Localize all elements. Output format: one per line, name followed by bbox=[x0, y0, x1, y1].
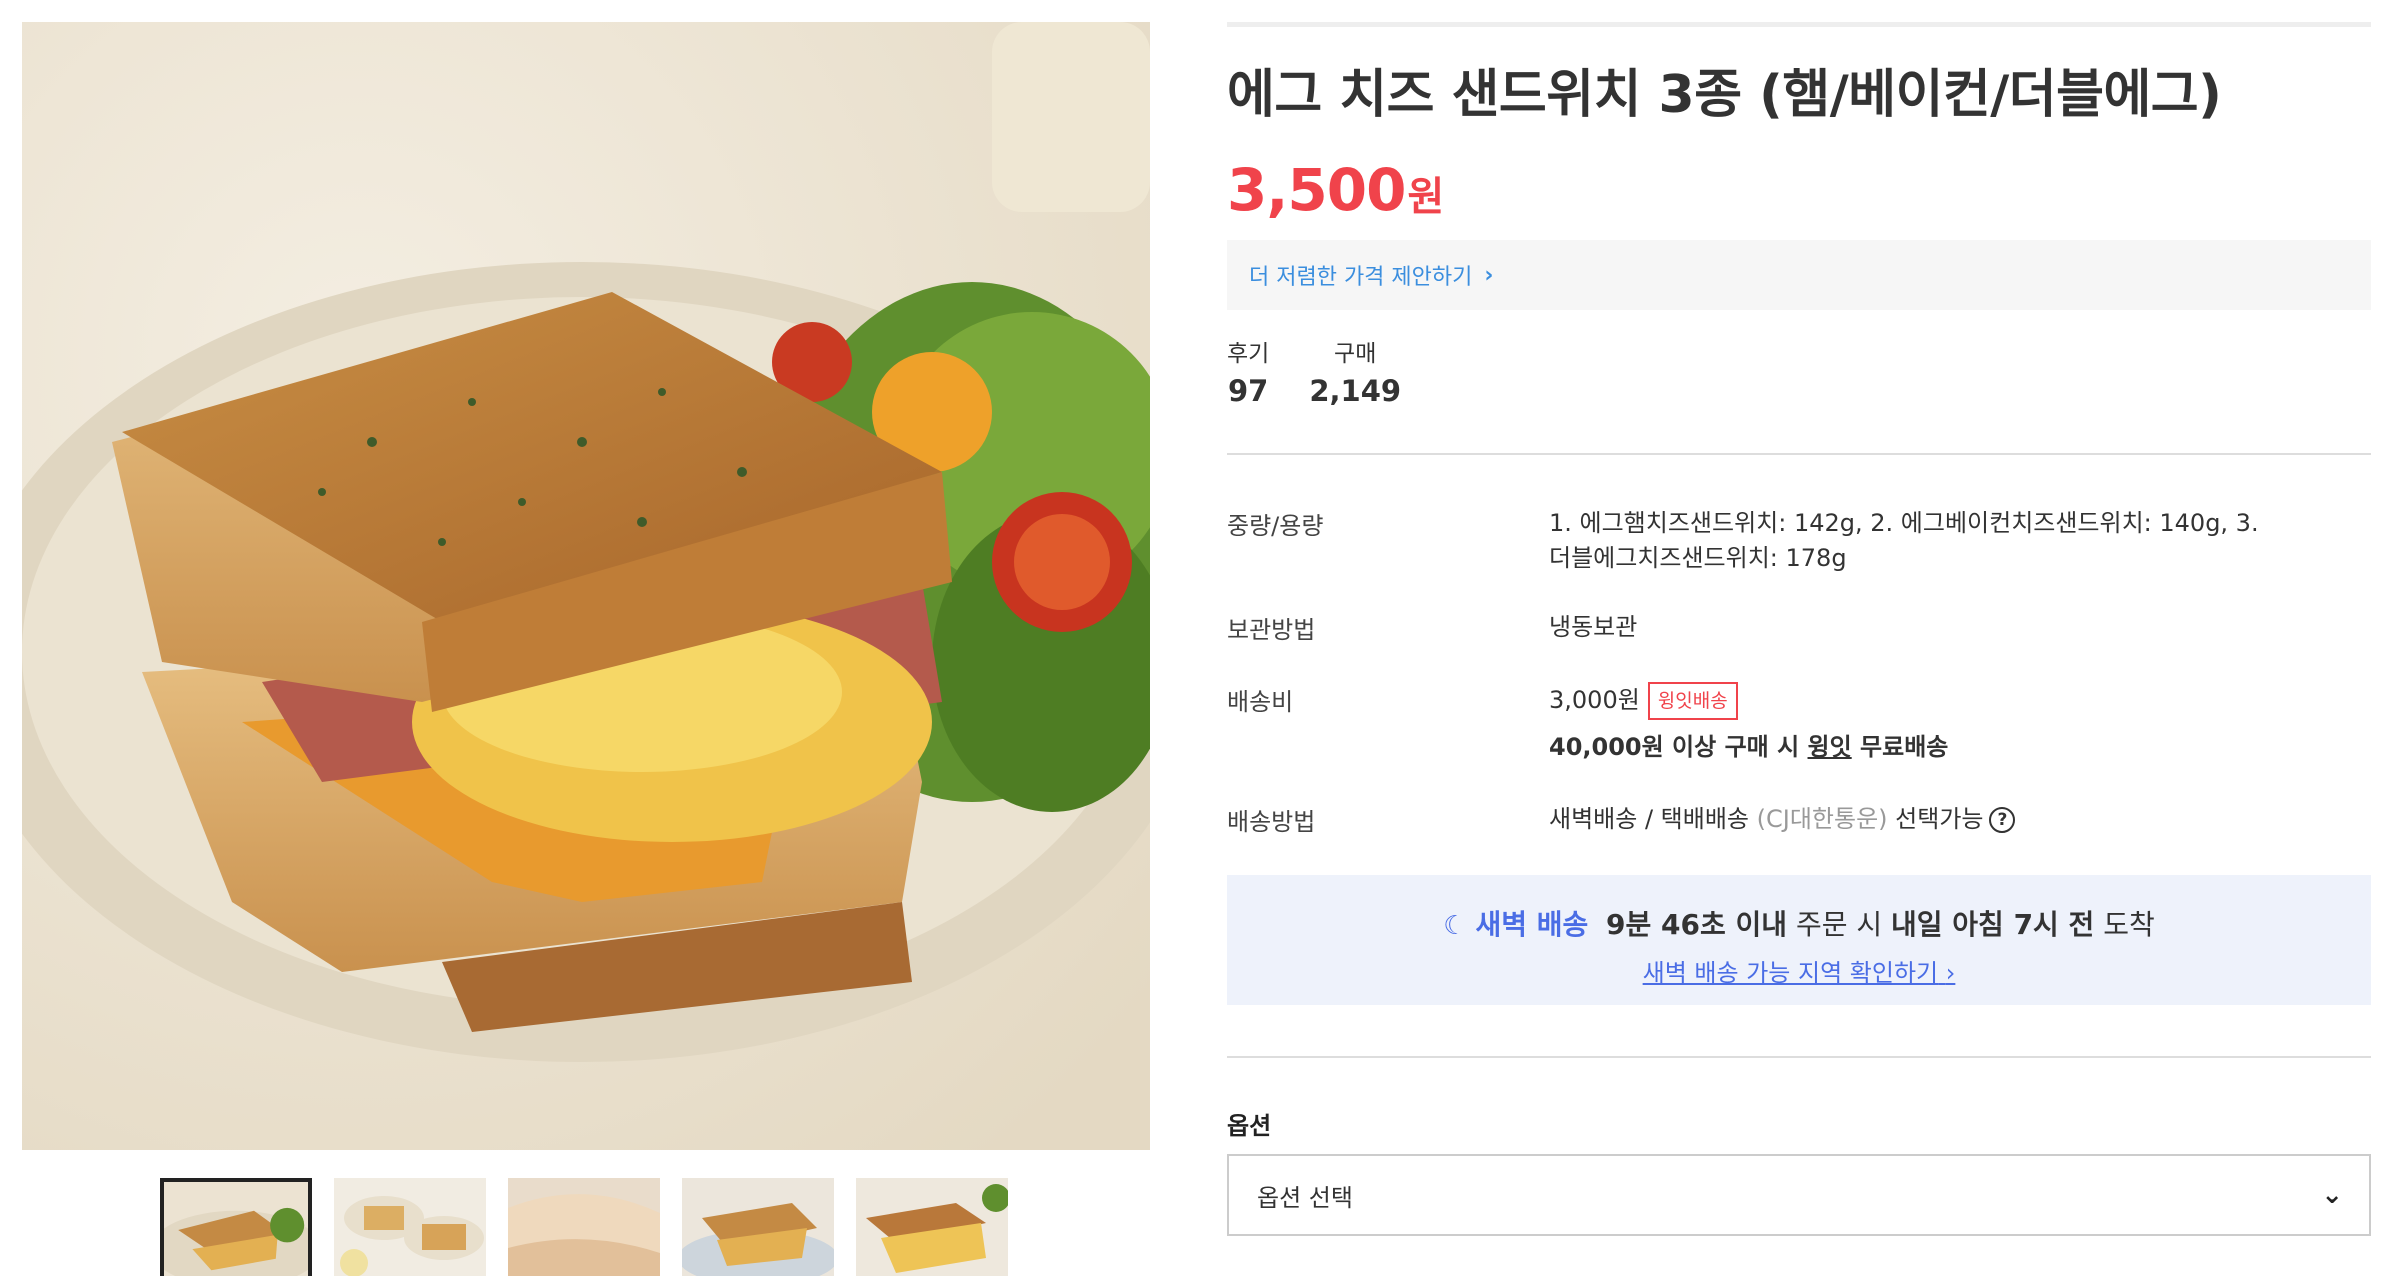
spec-label: 중량/용량 bbox=[1227, 512, 1324, 540]
free-ship-suffix: 무료배송 bbox=[1851, 733, 1949, 761]
spec-value: 1. 에그햄치즈샌드위치: 142g, 2. 에그베이컨치즈샌드위치: 140g… bbox=[1549, 506, 2309, 576]
stat-value: 97 bbox=[1227, 374, 1269, 408]
spec-value: 새벽배송 / 택배배송 (CJ대한통운) 선택가능? bbox=[1549, 802, 2309, 837]
thumbnail-strip bbox=[160, 1178, 1010, 1276]
option-select[interactable]: 옵션 선택 ⌄ bbox=[1227, 1154, 2371, 1236]
thumbnail-1[interactable] bbox=[160, 1178, 312, 1276]
free-shipping-note: 40,000원 이상 구매 시 윙잇 무료배송 bbox=[1549, 730, 2309, 765]
shipping-methods: 새벽배송 / 택배배송 bbox=[1549, 805, 1749, 833]
chevron-down-icon: ⌄ bbox=[2321, 1180, 2343, 1210]
product-stats: 후기 97 구매 2,149 bbox=[1227, 334, 1441, 408]
price-unit: 원 bbox=[1407, 174, 1445, 220]
option-select-placeholder: 옵션 선택 bbox=[1257, 1183, 1353, 1212]
stat-value: 2,149 bbox=[1309, 374, 1402, 408]
spec-label: 배송방법 bbox=[1227, 808, 1316, 836]
section-divider bbox=[1227, 1056, 2371, 1058]
top-divider bbox=[1227, 22, 2371, 27]
wingeat-shipping-badge: 윙잇배송 bbox=[1647, 682, 1738, 720]
option-label: 옵션 bbox=[1227, 1112, 1272, 1140]
price-value: 3,500 bbox=[1227, 156, 1406, 224]
dawn-area-check-link[interactable]: 새벽 배송 가능 지역 확인하기 › bbox=[1643, 953, 1956, 988]
dawn-delivery-banner: ☾ 새벽 배송 9분 46초 이내 주문 시 내일 아침 7시 전 도착 새벽 … bbox=[1227, 875, 2371, 1005]
thumbnail-3[interactable] bbox=[508, 1178, 660, 1276]
thumbnail-4[interactable] bbox=[682, 1178, 834, 1276]
help-icon[interactable]: ? bbox=[1989, 807, 2016, 833]
spec-value: 3,000원 윙잇배송 40,000원 이상 구매 시 윙잇 무료배송 bbox=[1549, 682, 2309, 765]
dawn-countdown-time: 9분 46초 이내 bbox=[1606, 908, 1788, 941]
spec-label: 보관방법 bbox=[1227, 616, 1316, 644]
thumbnail-2[interactable] bbox=[334, 1178, 486, 1276]
review-count[interactable]: 후기 97 bbox=[1227, 334, 1269, 408]
shipping-fee-line: 3,000원 윙잇배송 bbox=[1549, 682, 2309, 720]
dawn-area-check-label: 새벽 배송 가능 지역 확인하기 bbox=[1642, 959, 1939, 987]
dawn-arrival-text: 도착 bbox=[2103, 908, 2155, 941]
thumbnail-5[interactable] bbox=[856, 1178, 1008, 1276]
dawn-delivery-countdown: ☾ 새벽 배송 9분 46초 이내 주문 시 내일 아침 7시 전 도착 bbox=[1227, 903, 2371, 943]
sandwich-photo bbox=[22, 22, 1150, 1150]
spec-value: 냉동보관 bbox=[1549, 613, 1638, 641]
chevron-right-icon: › bbox=[1484, 262, 1494, 288]
shipping-choice: 선택가능 bbox=[1895, 805, 1984, 833]
purchase-count: 구매 2,149 bbox=[1309, 334, 1401, 408]
section-divider bbox=[1227, 453, 2371, 455]
price-offer-link[interactable]: 더 저렴한 가격 제안하기 › bbox=[1227, 240, 2371, 310]
spec-label: 배송비 bbox=[1227, 688, 1294, 716]
dawn-delivery-label: 새벽 배송 bbox=[1475, 908, 1589, 941]
dawn-order-text: 주문 시 bbox=[1795, 908, 1883, 941]
stat-label: 후기 bbox=[1227, 341, 1270, 367]
free-ship-brand: 윙잇 bbox=[1807, 733, 1852, 761]
dawn-arrival-time: 내일 아침 7시 전 bbox=[1891, 908, 2095, 941]
free-ship-threshold: 40,000원 이상 구매 시 bbox=[1549, 733, 1808, 761]
price-offer-label: 더 저렴한 가격 제안하기 bbox=[1249, 265, 1473, 290]
weight-line-1: 1. 에그햄치즈샌드위치: 142g, 2. 에그베이컨치즈샌드위치: 140g… bbox=[1549, 509, 2259, 537]
stat-label: 구매 bbox=[1334, 341, 1377, 367]
main-product-image[interactable] bbox=[22, 22, 1150, 1150]
product-price: 3,500원 bbox=[1227, 156, 1444, 224]
moon-icon: ☾ bbox=[1443, 911, 1467, 941]
product-info-panel: 에그 치즈 샌드위치 3종 (햄/베이컨/더블에그) 3,500원 더 저렴한 … bbox=[1227, 0, 2371, 1276]
shipping-fee-amount: 3,000원 bbox=[1549, 686, 1640, 714]
product-title: 에그 치즈 샌드위치 3종 (햄/베이컨/더블에그) bbox=[1227, 65, 2222, 125]
shipping-carrier: (CJ대한통운) bbox=[1756, 805, 1888, 833]
chevron-right-icon: › bbox=[1945, 959, 1956, 987]
weight-line-2: 더블에그치즈샌드위치: 178g bbox=[1549, 544, 1847, 572]
